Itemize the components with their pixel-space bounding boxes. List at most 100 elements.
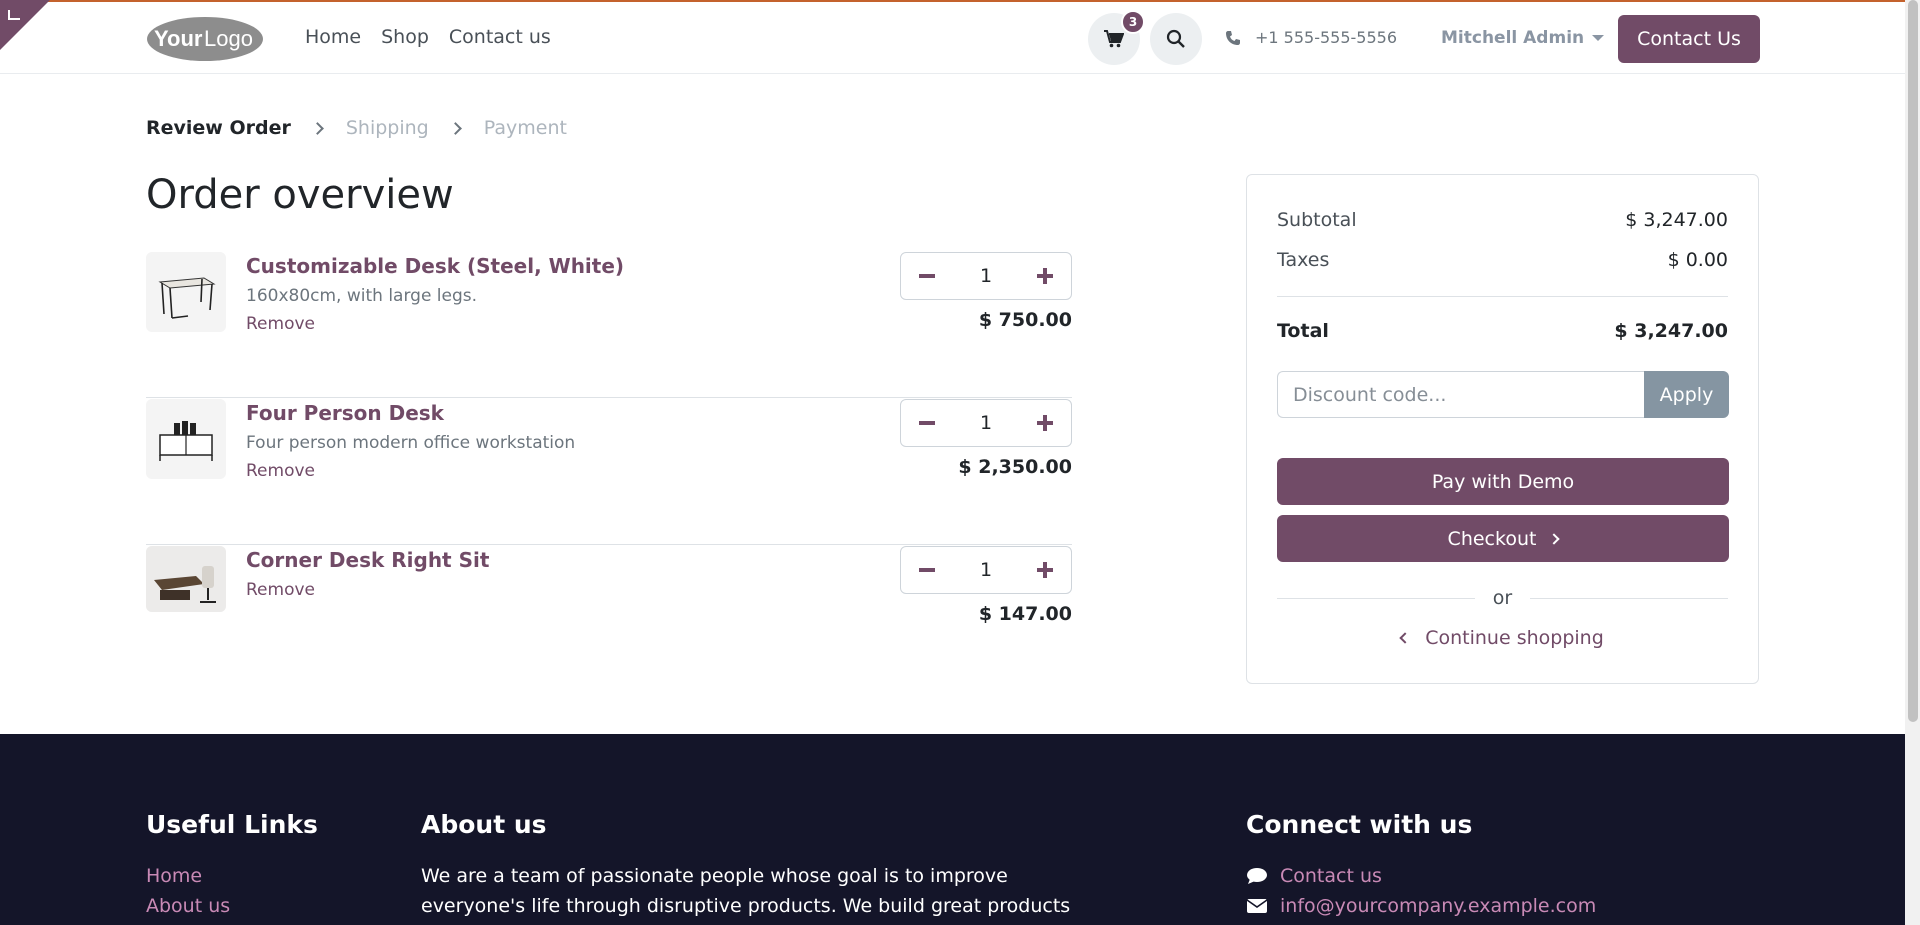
total-value: $ 3,247.00 [1614, 320, 1728, 342]
nav-shop[interactable]: Shop [381, 26, 429, 48]
site-header: Your Logo Home Shop Contact us 3 +1 555-… [0, 2, 1905, 74]
product-name[interactable]: Four Person Desk [246, 401, 444, 425]
chevron-right-icon [448, 121, 462, 135]
order-line: Four Person Desk Four person modern offi… [146, 399, 1072, 545]
discount-form: Apply [1277, 371, 1729, 418]
remove-link[interactable]: Remove [246, 314, 315, 334]
search-button[interactable] [1150, 13, 1202, 65]
footer-link-home[interactable]: Home [146, 861, 318, 891]
subtotal-label: Subtotal [1277, 209, 1357, 231]
step-shipping: Shipping [345, 117, 429, 139]
checkout-label: Checkout [1447, 527, 1537, 550]
main-nav: Home Shop Contact us [305, 26, 551, 48]
svg-text:Logo: Logo [204, 26, 253, 51]
order-summary-card: Subtotal $ 3,247.00 Taxes $ 0.00 Total $… [1246, 174, 1759, 684]
summary-divider [1277, 296, 1728, 297]
phone-number: +1 555-555-5556 [1255, 28, 1398, 47]
quantity-value[interactable]: 1 [956, 412, 1016, 434]
connect-contact-row[interactable]: Contact us [1246, 861, 1596, 891]
chevron-left-icon [1399, 632, 1411, 644]
taxes-value: $ 0.00 [1667, 249, 1728, 271]
quantity-value[interactable]: 1 [956, 559, 1016, 581]
page-scrollbar-thumb[interactable] [1908, 0, 1918, 722]
product-image[interactable] [146, 399, 226, 479]
line-price: $ 750.00 [978, 309, 1072, 331]
step-payment: Payment [483, 117, 567, 139]
desk-image [159, 421, 213, 461]
pay-with-demo-button[interactable]: Pay with Demo [1277, 458, 1729, 505]
quantity-stepper: 1 [900, 546, 1072, 594]
product-name[interactable]: Corner Desk Right Sit [246, 548, 489, 572]
minus-icon[interactable] [915, 411, 939, 435]
quantity-stepper: 1 [900, 399, 1072, 447]
minus-icon[interactable] [915, 558, 939, 582]
separator-line [1277, 597, 1475, 599]
plus-icon[interactable] [1033, 411, 1057, 435]
chevron-right-icon [1548, 532, 1561, 545]
line-price: $ 2,350.00 [958, 456, 1072, 478]
about-title: About us [421, 810, 547, 839]
subtotal-row: Subtotal $ 3,247.00 [1277, 209, 1728, 231]
nav-contact-us[interactable]: Contact us [449, 26, 551, 48]
continue-shopping-link[interactable]: Continue shopping [1247, 627, 1758, 649]
product-description: Four person modern office workstation [246, 433, 576, 453]
page-title: Order overview [146, 172, 454, 218]
quantity-value[interactable]: 1 [956, 265, 1016, 287]
footer-contact-us-link[interactable]: Contact us [1280, 861, 1382, 891]
plus-icon[interactable] [1033, 558, 1057, 582]
step-review-order: Review Order [146, 117, 291, 139]
desk-image [146, 546, 226, 612]
order-line: Customizable Desk (Steel, White) 160x80c… [146, 252, 1072, 398]
pay-with-demo-label: Pay with Demo [1431, 470, 1575, 493]
total-row: Total $ 3,247.00 [1277, 320, 1728, 342]
chat-icon [1247, 868, 1267, 884]
taxes-row: Taxes $ 0.00 [1277, 249, 1728, 271]
line-price: $ 147.00 [978, 603, 1072, 625]
edit-corner[interactable] [0, 0, 50, 50]
remove-link[interactable]: Remove [246, 580, 315, 600]
or-text: or [1492, 587, 1513, 609]
remove-link[interactable]: Remove [246, 461, 315, 481]
quantity-stepper: 1 [900, 252, 1072, 300]
user-menu[interactable]: Mitchell Admin [1441, 28, 1605, 48]
desk-image [158, 277, 216, 319]
contact-us-button[interactable]: Contact Us [1618, 15, 1760, 63]
footer-email-link[interactable]: info@yourcompany.example.com [1280, 891, 1596, 921]
corner-icon [8, 10, 20, 20]
order-line: Corner Desk Right Sit Remove 1 $ 147.00 [146, 546, 1072, 692]
envelope-icon [1246, 899, 1268, 913]
checkout-steps: Review Order Shipping Payment [146, 117, 567, 139]
product-image[interactable] [146, 546, 226, 612]
about-column: About us We are a team of passionate peo… [421, 810, 1071, 925]
user-name: Mitchell Admin [1441, 28, 1585, 48]
phone-contact[interactable]: +1 555-555-5556 [1225, 28, 1397, 47]
total-label: Total [1277, 320, 1329, 342]
cart-icon [1104, 30, 1124, 48]
cart-count-badge: 3 [1121, 10, 1145, 34]
useful-links-title: Useful Links [146, 810, 318, 839]
about-text: We are a team of passionate people whose… [421, 865, 1071, 917]
discount-code-input[interactable] [1277, 371, 1644, 418]
plus-icon[interactable] [1033, 264, 1057, 288]
phone-icon [1226, 30, 1240, 45]
site-footer: Useful Links Home About us About us We a… [0, 734, 1905, 925]
search-icon [1166, 29, 1185, 48]
product-description: 160x80cm, with large legs. [246, 286, 478, 306]
apply-button[interactable]: Apply [1644, 371, 1729, 418]
svg-text:Your: Your [154, 26, 203, 51]
or-separator: or [1277, 587, 1728, 609]
useful-links-column: Useful Links Home About us [146, 810, 318, 921]
product-image[interactable] [146, 252, 226, 332]
subtotal-value: $ 3,247.00 [1625, 209, 1728, 231]
chevron-right-icon [310, 121, 324, 135]
nav-home[interactable]: Home [305, 26, 361, 48]
company-logo[interactable]: Your Logo [146, 14, 264, 64]
checkout-button[interactable]: Checkout [1277, 515, 1729, 562]
footer-link-about-us[interactable]: About us [146, 891, 318, 921]
product-name[interactable]: Customizable Desk (Steel, White) [246, 254, 624, 278]
minus-icon[interactable] [915, 264, 939, 288]
connect-email-row[interactable]: info@yourcompany.example.com [1246, 891, 1596, 921]
connect-column: Connect with us Contact us info@yourcomp… [1246, 810, 1596, 921]
taxes-label: Taxes [1277, 249, 1330, 271]
caret-down-icon [1592, 35, 1605, 41]
